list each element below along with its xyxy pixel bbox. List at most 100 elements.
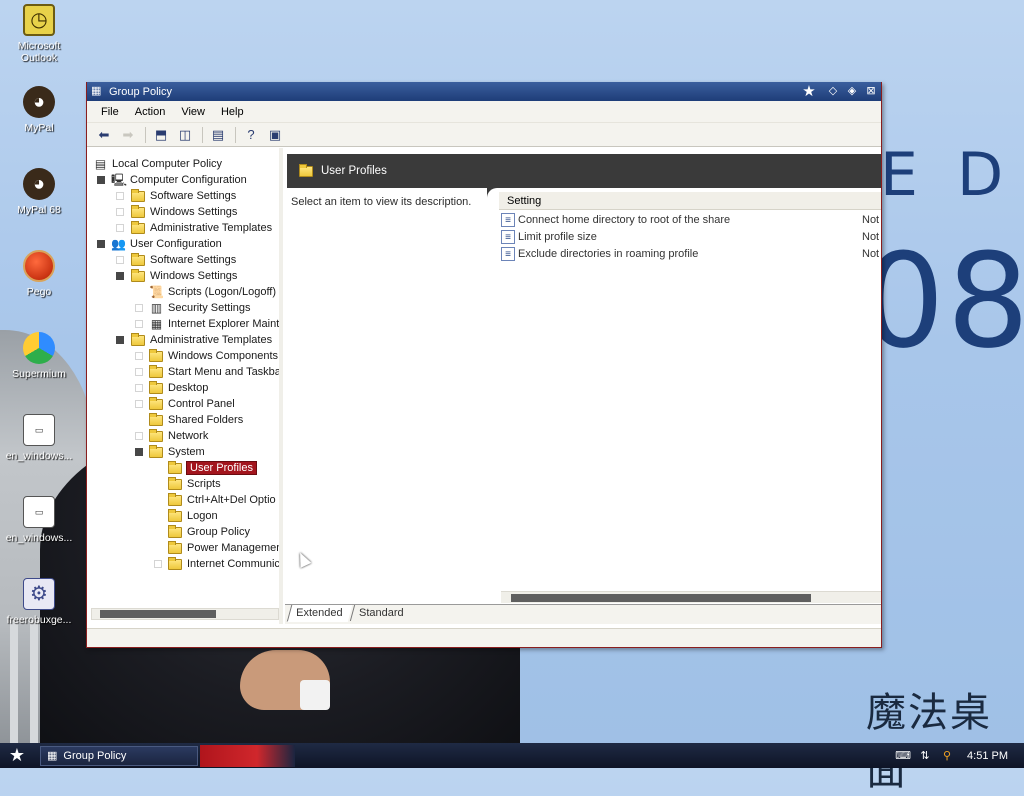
properties-icon[interactable]: ▣ — [264, 125, 286, 145]
collapse-toggle[interactable] — [97, 240, 105, 248]
collapse-toggle[interactable] — [116, 272, 124, 280]
keyboard-icon[interactable]: ⌨ — [895, 748, 911, 764]
folder-icon — [168, 476, 182, 490]
policy-row[interactable]: ≡ Limit profile size Not — [501, 229, 881, 245]
tree-item-shared-folders[interactable]: Shared Folders — [149, 412, 243, 428]
folder-icon — [131, 220, 145, 234]
network-icon[interactable]: ⇅ — [917, 748, 933, 764]
desktop-icon-freerobux[interactable]: ⚙ freerobuxge... — [0, 578, 78, 626]
tree-item-scripts[interactable]: Scripts — [168, 476, 221, 492]
background-column — [30, 620, 38, 750]
tab-extended[interactable]: Extended — [286, 605, 353, 622]
tree-item-windows-components[interactable]: Windows Components — [149, 348, 278, 364]
tree-item-software-settings[interactable]: Software Settings — [131, 252, 236, 268]
tree-item-windows-settings[interactable]: Windows Settings — [131, 268, 237, 284]
taskbar-button-group-policy[interactable]: ▦ Group Policy — [40, 745, 198, 766]
collapse-toggle[interactable] — [135, 448, 143, 456]
policy-setting-name: Connect home directory to root of the sh… — [518, 214, 731, 226]
expand-toggle[interactable] — [116, 192, 124, 200]
tree-item-internet-communication[interactable]: Internet Communic — [168, 556, 279, 572]
tree-item-administrative-templates[interactable]: Administrative Templates — [131, 220, 272, 236]
menu-action[interactable]: Action — [127, 106, 174, 118]
expand-toggle[interactable] — [116, 256, 124, 264]
details-horizontal-scrollbar[interactable] — [501, 591, 881, 603]
tree-item-control-panel[interactable]: Control Panel — [149, 396, 235, 412]
tree-item-user-profiles[interactable]: User Profiles — [168, 460, 257, 476]
tree-item-system[interactable]: System — [149, 444, 205, 460]
minimize-button[interactable]: ◇ — [824, 84, 842, 99]
tree-item-user-configuration[interactable]: 👥 User Configuration — [111, 236, 222, 252]
up-folder-icon[interactable]: ⬒ — [150, 125, 172, 145]
close-button[interactable]: ⊠ — [862, 84, 880, 99]
folder-icon — [131, 268, 145, 282]
tree-item-administrative-templates[interactable]: Administrative Templates — [131, 332, 272, 348]
column-header-setting[interactable]: Setting — [499, 192, 881, 210]
start-button[interactable]: ★ — [0, 743, 34, 768]
help-icon[interactable]: ? — [240, 125, 262, 145]
expand-toggle[interactable] — [116, 224, 124, 232]
pego-icon — [23, 250, 55, 282]
tree-item-windows-settings[interactable]: Windows Settings — [131, 204, 237, 220]
tree-item-network[interactable]: Network — [149, 428, 208, 444]
menu-file[interactable]: File — [93, 106, 127, 118]
menu-help[interactable]: Help — [213, 106, 252, 118]
tree-item-logon[interactable]: Logon — [168, 508, 218, 524]
tree-item-security-settings[interactable]: ▥ Security Settings — [149, 300, 251, 316]
tree-item-computer-configuration[interactable]: 🖳 Computer Configuration — [111, 172, 247, 188]
desktop-icon-supermium[interactable]: Supermium — [0, 332, 78, 380]
application-icon: ⚙ — [23, 578, 55, 610]
desktop-icon-iso-1[interactable]: ▭ en_windows... — [0, 414, 78, 462]
expand-toggle[interactable] — [154, 560, 162, 568]
expand-toggle[interactable] — [116, 208, 124, 216]
back-icon[interactable]: ⬅ — [93, 125, 115, 145]
menu-view[interactable]: View — [173, 106, 213, 118]
background-text-08: 08 — [862, 225, 1024, 377]
folder-icon — [131, 188, 145, 202]
scrollbar-thumb[interactable] — [100, 610, 216, 618]
tree-item-local-computer-policy[interactable]: ▤ Local Computer Policy — [93, 156, 222, 172]
maximize-button[interactable]: ◈ — [843, 84, 861, 99]
collapse-toggle[interactable] — [97, 176, 105, 184]
expand-toggle[interactable] — [135, 352, 143, 360]
folder-icon — [299, 163, 313, 177]
export-list-icon[interactable]: ▤ — [207, 125, 229, 145]
tree-item-scripts-logon-logoff[interactable]: 📜 Scripts (Logon/Logoff) — [149, 284, 276, 300]
iso-file-icon: ▭ — [23, 496, 55, 528]
desktop-icon-iso-2[interactable]: ▭ en_windows... — [0, 496, 78, 544]
folder-icon — [149, 380, 163, 394]
desktop-icon-outlook[interactable]: ◷ Microsoft Outlook — [0, 4, 78, 64]
desktop-icon-mypal68[interactable]: ◕ MyPal 68 — [0, 168, 78, 216]
tree-item-power-management[interactable]: Power Managemen — [168, 540, 279, 556]
expand-toggle[interactable] — [135, 384, 143, 392]
tab-standard[interactable]: Standard — [350, 605, 415, 621]
search-icon[interactable]: ⚲ — [939, 748, 955, 764]
tree-horizontal-scrollbar[interactable] — [91, 608, 279, 620]
tree-item-group-policy[interactable]: Group Policy — [168, 524, 250, 540]
desktop-icon-mypal[interactable]: ◕ MyPal — [0, 86, 78, 134]
expand-toggle[interactable] — [135, 320, 143, 328]
policy-row[interactable]: ≡ Connect home directory to root of the … — [501, 212, 881, 228]
security-icon: ▥ — [150, 300, 163, 315]
supermium-icon — [23, 332, 55, 364]
tree-item-internet-explorer-maintenance[interactable]: ▦ Internet Explorer Maint — [149, 316, 279, 332]
clock[interactable]: 4:51 PM — [967, 750, 1008, 762]
expand-toggle[interactable] — [135, 304, 143, 312]
expand-toggle[interactable] — [135, 432, 143, 440]
console-tree: ▤ Local Computer Policy 🖳 Computer Confi… — [87, 148, 283, 624]
policy-row[interactable]: ≡ Exclude directories in roaming profile… — [501, 246, 881, 262]
title-bar[interactable]: ▦ Group Policy ★ ◇ ◈ ⊠ — [87, 82, 881, 101]
collapse-toggle[interactable] — [116, 336, 124, 344]
pin-star-icon[interactable]: ★ — [800, 84, 818, 99]
tree-item-software-settings[interactable]: Software Settings — [131, 188, 236, 204]
expand-toggle[interactable] — [135, 368, 143, 376]
desktop-icon-pego[interactable]: Pego — [0, 250, 78, 298]
expand-toggle[interactable] — [135, 400, 143, 408]
show-hide-tree-icon[interactable]: ◫ — [174, 125, 196, 145]
scrollbar-thumb[interactable] — [511, 594, 811, 602]
tree-item-desktop[interactable]: Desktop — [149, 380, 208, 396]
tree-item-start-menu-taskbar[interactable]: Start Menu and Taskba — [149, 364, 279, 380]
policy-setting-icon: ≡ — [501, 213, 515, 227]
tree-item-ctrl-alt-del-options[interactable]: Ctrl+Alt+Del Optio — [168, 492, 276, 508]
menu-bar: File Action View Help — [87, 101, 881, 123]
policy-setting-icon: ≡ — [501, 230, 515, 244]
